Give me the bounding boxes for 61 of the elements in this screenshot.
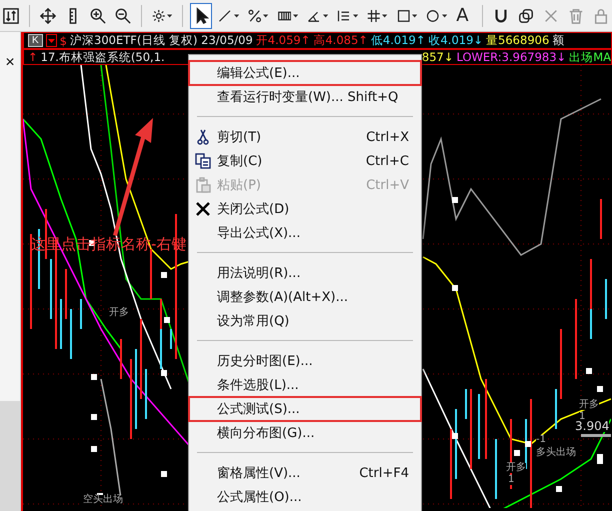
clipboard-icon [195,177,211,193]
indicator-text: 857↓ [422,50,454,64]
move-icon [40,6,56,24]
scissors-icon [195,129,211,145]
caret-icon [293,14,298,18]
menu-item[interactable]: 关闭公式(D) [189,197,421,221]
chart-label: -1 [536,435,546,445]
caret-icon [167,14,172,18]
caret-icon [382,14,388,18]
quote-text: 收4.019↓ [428,33,484,48]
lock-icon [592,6,609,24]
caret-icon [442,14,448,18]
menu-item[interactable]: 剪切(T) Ctrl+X [189,125,421,149]
menu-item[interactable]: 设为常用(Q) [189,309,421,333]
copy-icon [195,153,211,169]
quote-text: 开4.059↑ [256,33,310,48]
close-button[interactable]: × [0,54,20,72]
caret-icon [322,14,328,18]
chart-label: 3.904 [575,420,610,432]
caret-icon [352,14,358,18]
period-button[interactable]: K [28,34,43,47]
chart-label: 多头出场 [536,448,576,458]
toolbar-button[interactable] [190,2,212,28]
quote-text: 高4.085↑ [313,33,368,48]
sort-icon [3,6,19,24]
chart-label: 开多 [579,400,599,410]
menu-item[interactable]: 编辑公式(E)... [189,61,421,85]
menu-item[interactable]: 横向分布图(G)... [189,421,421,445]
chart-label: 开多 [109,308,129,318]
caret-icon [263,14,269,18]
quote-text: 量5668906 [486,33,550,48]
text-tool-button[interactable]: A [453,2,476,28]
menu-item[interactable]: 公式属性(O)... [189,485,421,509]
close-icon [195,201,211,217]
menu-item[interactable]: 条件选股(L)... [189,373,421,397]
menu-item[interactable]: 公式测试(S)... [189,397,421,421]
menu-item[interactable]: 导出公式(X)... [189,221,421,245]
chart-label: 1 [508,475,514,485]
dropdown-icon[interactable] [46,34,57,47]
quote-text: 额 [552,33,564,48]
caret-icon [412,14,418,18]
chart-label: 空头出场 [83,495,123,505]
chart-label: 开多 [506,463,526,473]
menu-item[interactable]: 复制(C) Ctrl+C [189,149,421,173]
menu-item[interactable]: 历史分时图(E)... [189,349,421,373]
menu-item[interactable]: 窗格属性(V)... Ctrl+F4 [189,461,421,485]
indicator-text: 出场MA [569,50,611,64]
caret-icon [234,14,239,18]
zoom-out-icon [114,6,131,24]
zoom-in-icon [90,6,106,24]
menu-item[interactable]: 查看运行时变量(W)... Shift+Q [189,85,421,109]
menu-item[interactable]: 用法说明(R)... [189,261,421,285]
menu-item[interactable]: 调整参数(A)(Alt+X)... [189,285,421,309]
indicator-text: LOWER:3.967983↓ [456,50,566,64]
copy-icon [518,6,534,24]
indicator-text[interactable]: ↑ [28,50,38,64]
trash-icon [568,6,584,24]
quote-text: 沪深300ETF(日线 复权) 23/05/09 [70,33,253,48]
quote-text: $ [60,34,67,48]
quote-text: 低4.019↑ [370,33,426,48]
indicator-text[interactable]: 17.布林强盗系统(50,1. [40,50,165,64]
